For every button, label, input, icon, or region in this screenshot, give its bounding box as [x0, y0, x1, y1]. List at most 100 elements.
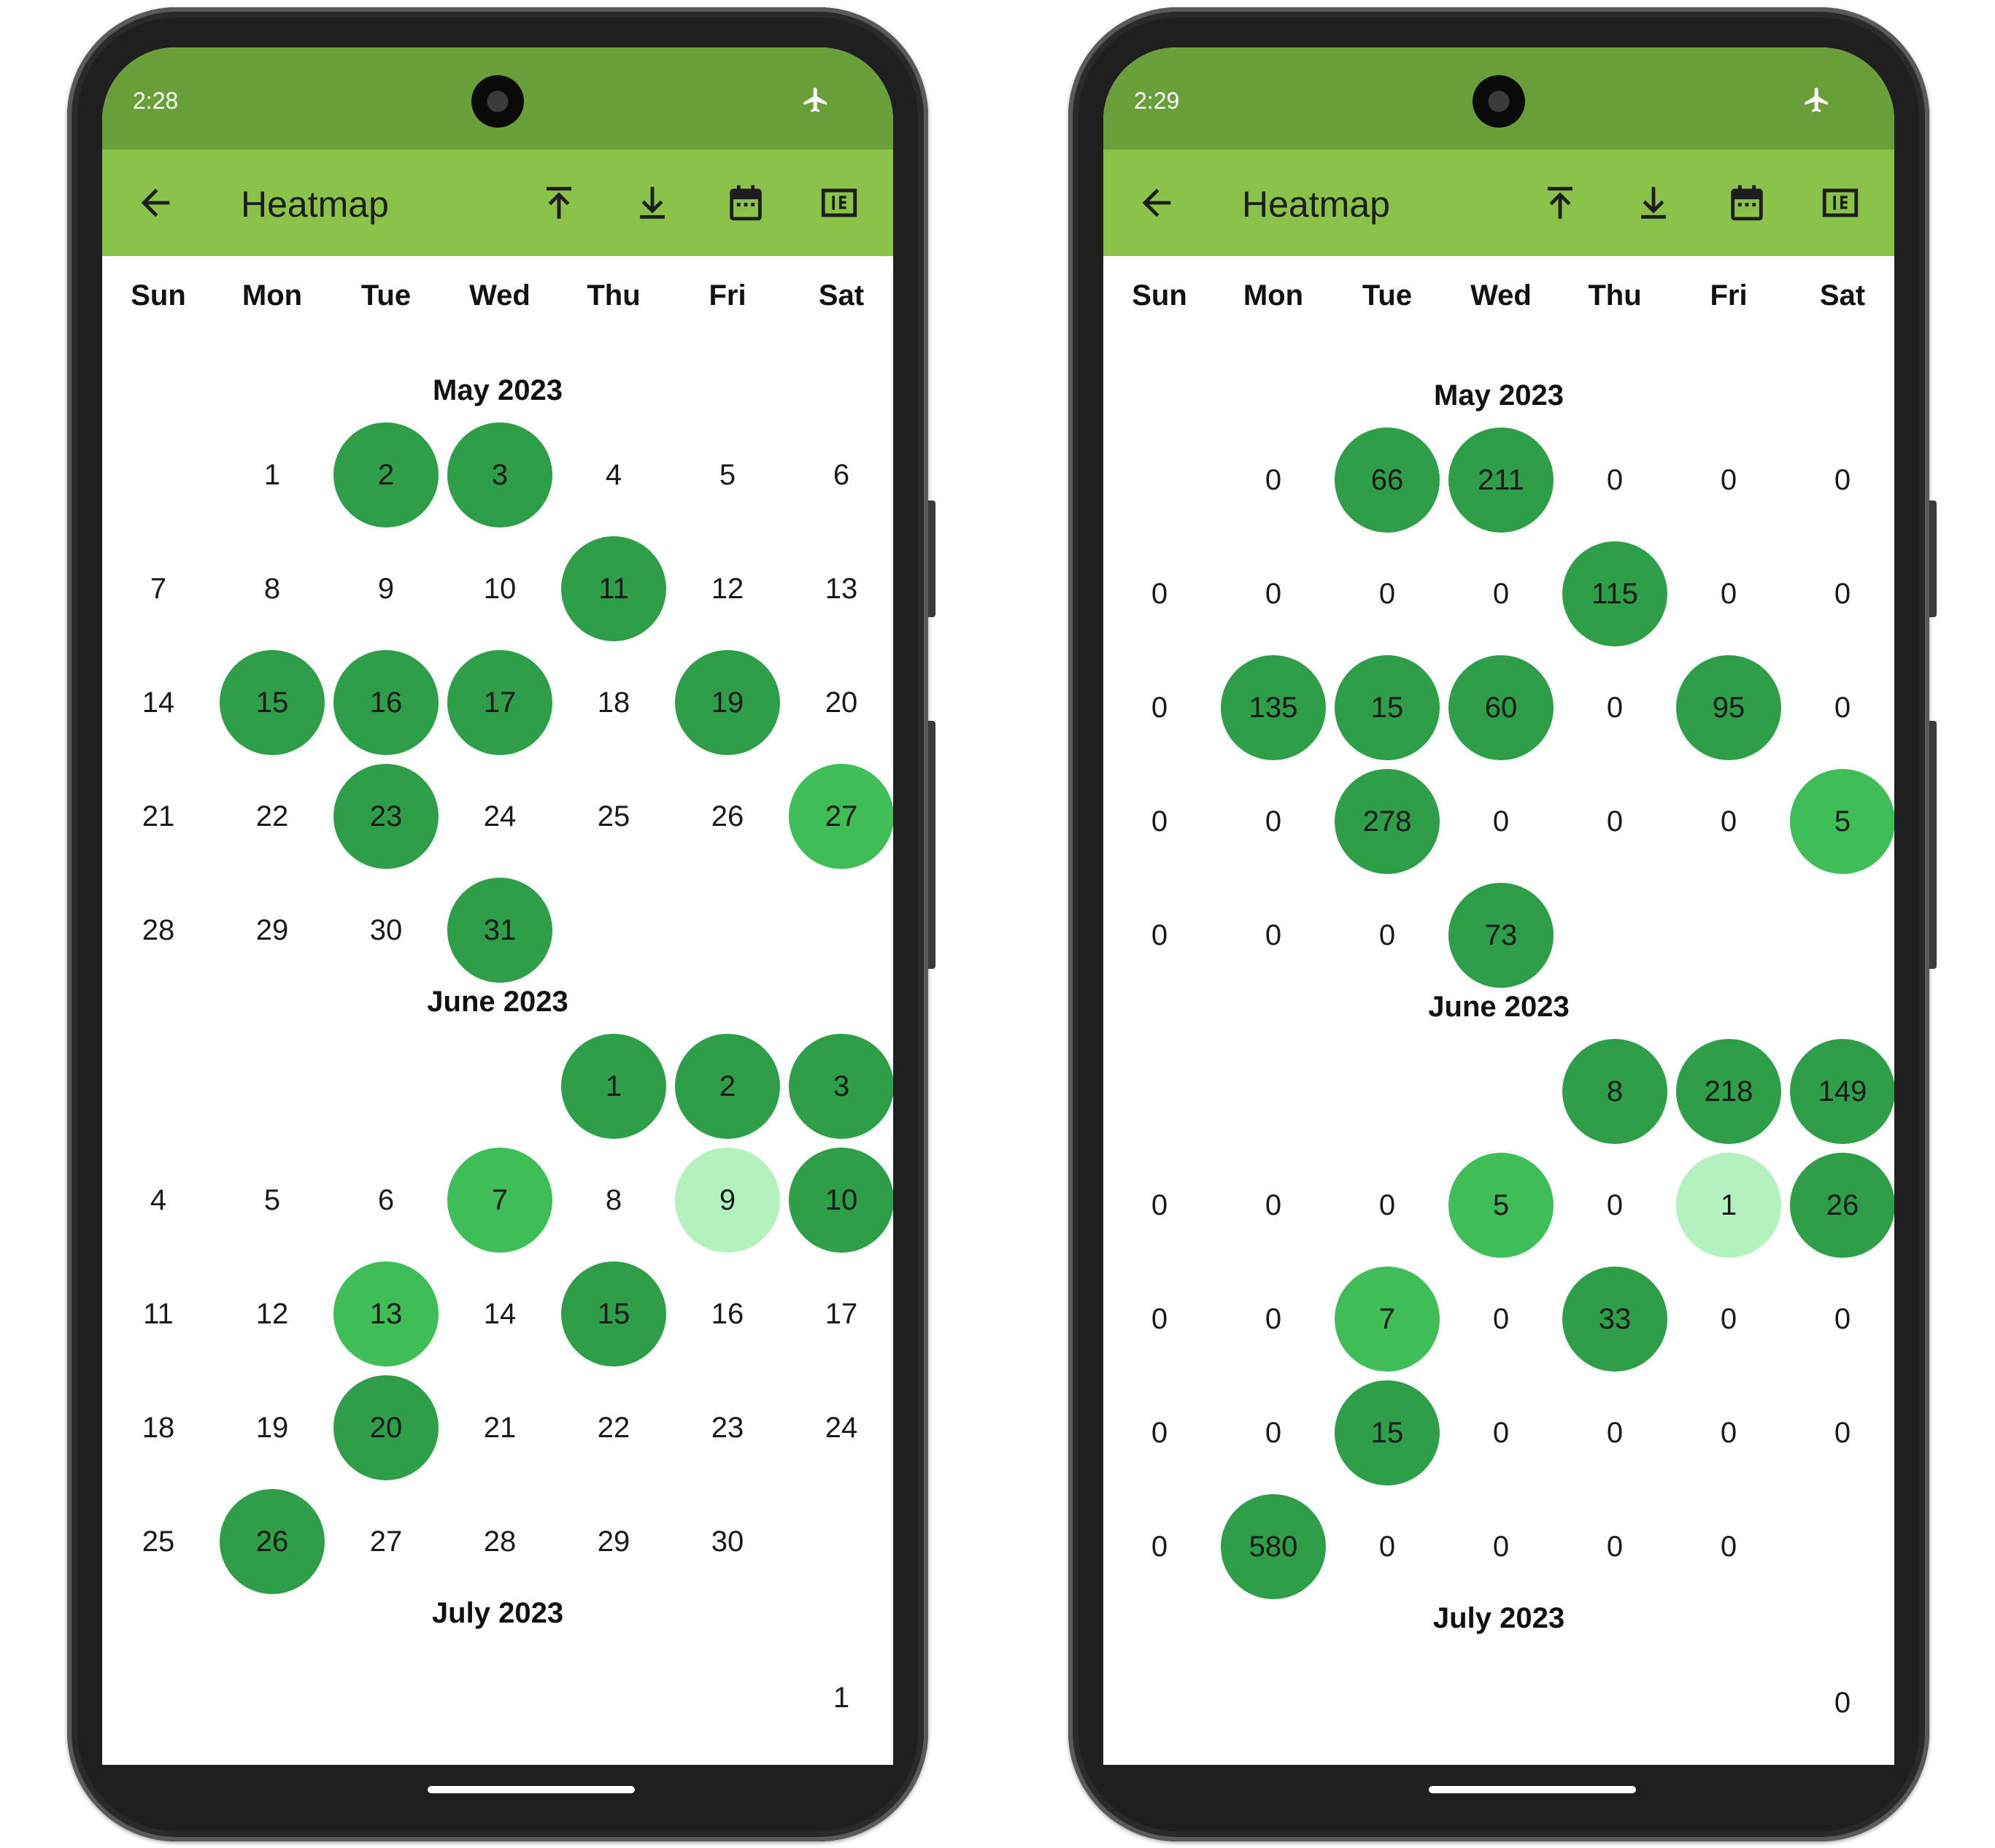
day-cell[interactable]: 20 — [333, 1375, 439, 1480]
day-cell[interactable]: 0 — [1676, 1494, 1781, 1599]
day-cell[interactable]: 7 — [1335, 1267, 1440, 1372]
day-cell[interactable]: 25 — [561, 764, 666, 869]
day-cell[interactable]: 60 — [1448, 655, 1554, 760]
day-cell[interactable]: 0 — [1107, 769, 1212, 874]
day-cell[interactable]: 8 — [220, 536, 325, 641]
day-cell[interactable]: 24 — [447, 764, 552, 869]
day-cell[interactable]: 5 — [675, 422, 780, 527]
day-cell[interactable]: 26 — [675, 764, 780, 869]
day-cell[interactable]: 13 — [333, 1261, 439, 1366]
day-cell[interactable]: 0 — [1107, 1153, 1212, 1258]
day-cell[interactable]: 2 — [333, 422, 439, 527]
day-cell[interactable]: 30 — [333, 878, 439, 983]
show-numbers-icon[interactable] — [818, 182, 860, 224]
day-cell[interactable]: 13 — [789, 536, 893, 641]
day-cell[interactable]: 115 — [1562, 541, 1667, 646]
day-cell[interactable]: 12 — [220, 1261, 325, 1366]
day-cell[interactable]: 0 — [1676, 1267, 1781, 1372]
day-cell[interactable]: 0 — [1221, 1380, 1326, 1485]
day-cell[interactable]: 26 — [220, 1489, 325, 1594]
day-cell[interactable]: 24 — [789, 1375, 893, 1480]
day-cell[interactable]: 17 — [447, 650, 552, 755]
day-cell[interactable]: 16 — [333, 650, 439, 755]
day-cell[interactable]: 0 — [1107, 1380, 1212, 1485]
day-cell[interactable]: 19 — [675, 650, 780, 755]
day-cell[interactable]: 2 — [675, 1034, 780, 1139]
day-cell[interactable]: 580 — [1221, 1494, 1326, 1599]
day-cell[interactable]: 95 — [1676, 655, 1781, 760]
day-cell[interactable]: 73 — [1448, 883, 1554, 988]
day-cell[interactable]: 27 — [789, 764, 893, 869]
day-cell[interactable]: 23 — [675, 1375, 780, 1480]
day-cell[interactable]: 0 — [1448, 1267, 1554, 1372]
scroll-to-bottom-icon[interactable] — [631, 182, 674, 224]
calendar-icon[interactable] — [725, 182, 767, 224]
day-cell[interactable]: 30 — [675, 1489, 780, 1594]
day-cell[interactable]: 0 — [1448, 1494, 1554, 1599]
arrow-back-icon[interactable] — [134, 182, 177, 224]
day-cell[interactable]: 12 — [675, 536, 780, 641]
day-cell[interactable]: 6 — [789, 422, 893, 527]
day-cell[interactable]: 4 — [561, 422, 666, 527]
day-cell[interactable]: 0 — [1107, 1494, 1212, 1599]
day-cell[interactable]: 18 — [561, 650, 666, 755]
day-cell[interactable]: 0 — [1335, 541, 1440, 646]
day-cell[interactable]: 19 — [220, 1375, 325, 1480]
day-cell[interactable]: 21 — [106, 764, 211, 869]
day-cell[interactable]: 29 — [561, 1489, 666, 1594]
day-cell[interactable]: 0 — [1676, 541, 1781, 646]
home-indicator[interactable] — [1429, 1786, 1636, 1793]
day-cell[interactable]: 0 — [1676, 1380, 1781, 1485]
day-cell[interactable]: 0 — [1562, 428, 1667, 533]
day-cell[interactable]: 17 — [789, 1261, 893, 1366]
day-cell[interactable]: 29 — [220, 878, 325, 983]
day-cell[interactable]: 15 — [1335, 1380, 1440, 1485]
day-cell[interactable]: 0 — [1790, 1650, 1894, 1755]
day-cell[interactable]: 0 — [1790, 1380, 1894, 1485]
day-cell[interactable]: 0 — [1448, 1380, 1554, 1485]
day-cell[interactable]: 18 — [106, 1375, 211, 1480]
day-cell[interactable]: 10 — [789, 1148, 893, 1253]
day-cell[interactable]: 22 — [220, 764, 325, 869]
day-cell[interactable]: 5 — [220, 1148, 325, 1253]
day-cell[interactable]: 0 — [1335, 1153, 1440, 1258]
day-cell[interactable]: 0 — [1107, 541, 1212, 646]
day-cell[interactable]: 10 — [447, 536, 552, 641]
day-cell[interactable]: 0 — [1448, 541, 1554, 646]
day-cell[interactable]: 0 — [1790, 1267, 1894, 1372]
day-cell[interactable]: 11 — [106, 1261, 211, 1366]
day-cell[interactable]: 5 — [1448, 1153, 1554, 1258]
day-cell[interactable]: 0 — [1221, 1267, 1326, 1372]
day-cell[interactable]: 5 — [1790, 769, 1894, 874]
day-cell[interactable]: 6 — [333, 1148, 439, 1253]
day-cell[interactable]: 0 — [1221, 541, 1326, 646]
day-cell[interactable]: 0 — [1790, 655, 1894, 760]
day-cell[interactable]: 149 — [1790, 1039, 1894, 1144]
day-cell[interactable]: 23 — [333, 764, 439, 869]
day-cell[interactable]: 0 — [1790, 541, 1894, 646]
day-cell[interactable]: 66 — [1335, 428, 1440, 533]
day-cell[interactable]: 135 — [1221, 655, 1326, 760]
day-cell[interactable]: 0 — [1562, 769, 1667, 874]
day-cell[interactable]: 28 — [447, 1489, 552, 1594]
day-cell[interactable]: 3 — [789, 1034, 893, 1139]
day-cell[interactable]: 22 — [561, 1375, 666, 1480]
day-cell[interactable]: 1 — [1676, 1153, 1781, 1258]
home-indicator[interactable] — [428, 1786, 635, 1793]
day-cell[interactable]: 0 — [1448, 769, 1554, 874]
calendar-icon[interactable] — [1726, 182, 1768, 224]
day-cell[interactable]: 211 — [1448, 428, 1554, 533]
day-cell[interactable]: 8 — [561, 1148, 666, 1253]
day-cell[interactable]: 0 — [1221, 428, 1326, 533]
day-cell[interactable]: 33 — [1562, 1267, 1667, 1372]
day-cell[interactable]: 7 — [106, 536, 211, 641]
day-cell[interactable]: 21 — [447, 1375, 552, 1480]
day-cell[interactable]: 0 — [1562, 655, 1667, 760]
day-cell[interactable]: 16 — [675, 1261, 780, 1366]
day-cell[interactable]: 0 — [1335, 883, 1440, 988]
day-cell[interactable]: 14 — [447, 1261, 552, 1366]
day-cell[interactable]: 0 — [1562, 1153, 1667, 1258]
day-cell[interactable]: 28 — [106, 878, 211, 983]
day-cell[interactable]: 1 — [561, 1034, 666, 1139]
day-cell[interactable]: 0 — [1221, 1153, 1326, 1258]
